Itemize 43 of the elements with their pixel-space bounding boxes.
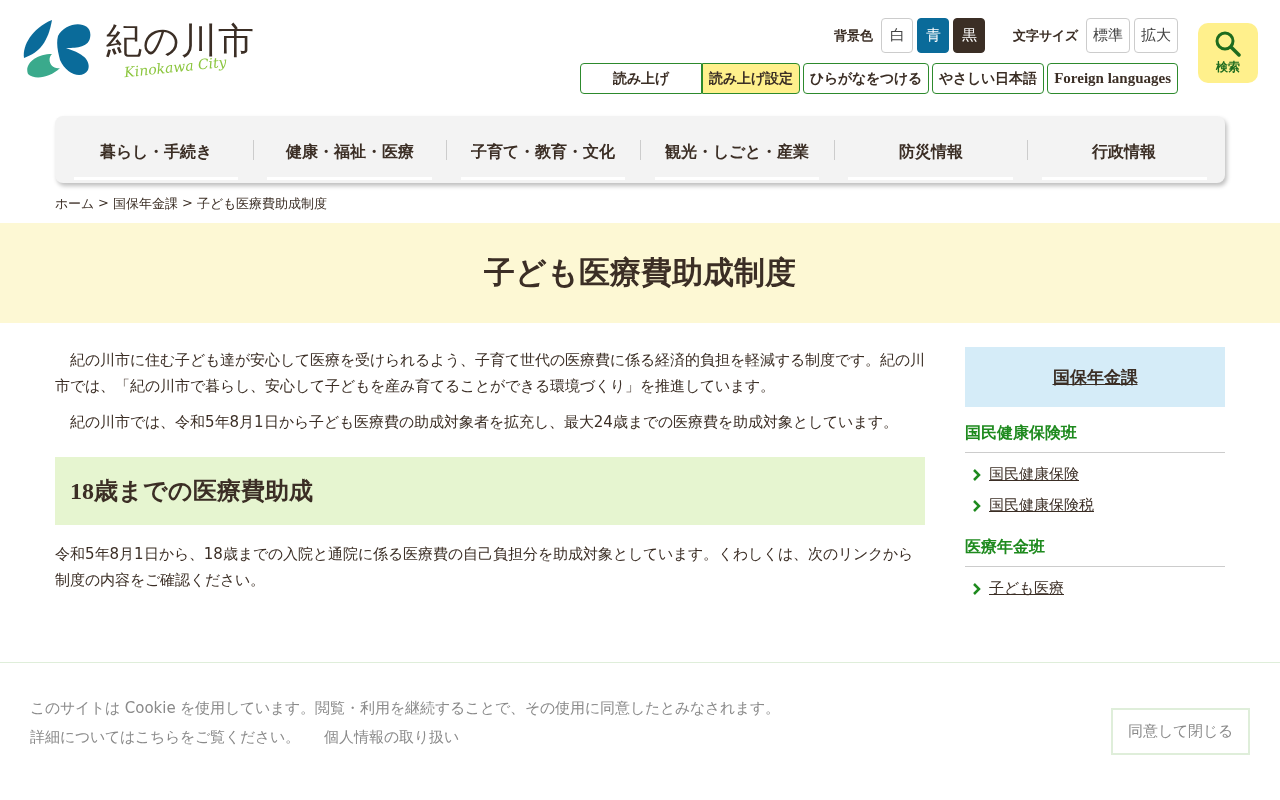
background-color-button[interactable]: 青 [917,18,949,53]
sidebar-group-heading: 国民健康保険班 [965,423,1225,453]
page-title: 子ども医療費助成制度 [484,253,796,292]
breadcrumb-link[interactable]: 国保年金課 [112,195,178,213]
toolbar-button[interactable]: 読み上げ [580,63,703,94]
chevron-icon [973,582,981,595]
nav-link[interactable]: 観光・しごと・産業 [654,119,820,180]
chevron-icon [973,499,981,512]
chevron-icon [973,468,981,481]
body-paragraph: 紀の川市では、令和5年8月1日から子ども医療費の助成対象者を拡充し、最大24歳までの医療費を助成対象としています。 [69,412,899,433]
background-color-button[interactable]: 白 [881,18,913,53]
toolbar-button[interactable]: やさしい日本語 [932,63,1045,94]
toolbar-button[interactable]: Foreign languages [1047,63,1178,94]
breadcrumb-link[interactable]: ホーム [55,195,94,213]
accept-cookies-button[interactable]: 同意して閉じる [1111,708,1250,755]
privacy-policy-link[interactable]: 個人情報の取り扱い [324,728,459,747]
nav-link[interactable]: 子育て・教育・文化 [460,119,626,180]
nav-link[interactable]: 行政情報 [1041,119,1207,180]
toolbar-button[interactable]: ひらがなをつける [803,63,930,94]
font-size-button[interactable]: 標準 [1086,18,1130,53]
cookie-details-text: 詳細についてはこちらをご覧ください。 [30,728,300,747]
nav-link[interactable]: 健康・福祉・医療 [267,119,432,180]
sidebar-group-heading: 医療年金班 [965,537,1225,567]
cookie-notice-text: このサイトは Cookie を使用しています。閲覧・利用を継続することで、その使用に同意したとみなされます。 [30,699,781,718]
search-icon [1215,30,1241,57]
body-paragraph: 紀の川市に住む子ども達が安心して医療を受けられるよう、子育て世代の医療費に係る経済的負担を軽減する制度です。紀の川市では、「紀の川市で暮らし、安心して子どもを産み育てることができる環境づくり」を推進しています。 [55,350,925,397]
breadcrumb-separator: > [98,195,109,212]
toolbar-button[interactable]: 読み上げ設定 [702,63,801,94]
sidebar-link[interactable]: 国民健康保険税 [989,496,1094,515]
sidebar-link[interactable]: 子ども医療 [989,579,1064,598]
font-size-button[interactable]: 拡大 [1134,18,1178,53]
sidebar-link[interactable]: 国民健康保険 [989,465,1079,484]
nav-link[interactable]: 暮らし・手続き [73,119,239,180]
breadcrumb-current: 子ども医療費助成制度 [196,195,327,213]
search-button[interactable]: 検索 [1198,23,1258,83]
sidebar-title-link[interactable]: 国保年金課 [1052,365,1138,389]
breadcrumb-separator: > [181,195,193,212]
background-color-label: 背景色 [834,26,873,45]
background-color-button[interactable]: 黒 [953,18,985,53]
body-paragraph: 令和5年8月1日から、18歳までの入院と通院に係る医療費の自己負担分を助成対象としています。くわしくは、次のリンクから制度の内容をご確認ください。 [55,544,914,591]
nav-link[interactable]: 防災情報 [848,119,1013,180]
font-size-label: 文字サイズ [1013,26,1078,45]
section-heading: 18歳までの医療費助成 [55,457,925,525]
